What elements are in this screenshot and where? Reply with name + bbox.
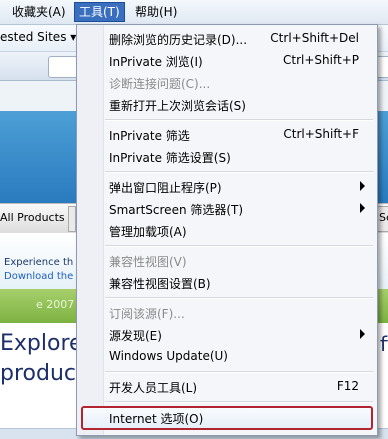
menu-item-shortcut: Ctrl+Shift+Del (270, 31, 359, 45)
menu-item-shortcut: F12 (336, 379, 359, 393)
nav-search[interactable]: Se (379, 211, 388, 224)
menu-favorites[interactable]: 收藏夹(A) (8, 3, 70, 21)
year-text: e 2007 (36, 298, 75, 311)
menu-separator (105, 245, 373, 247)
submenu-arrow-icon (360, 181, 365, 191)
menu-item-label: 删除浏览的历史记录(D)... (109, 33, 248, 47)
menu-item-inprivate-browsing[interactable]: InPrivate 浏览(I) Ctrl+Shift+P (79, 50, 375, 72)
promo-text: Experience th (4, 257, 74, 268)
menu-item-label: 开发人员工具(L) (109, 381, 198, 395)
menu-item-smartscreen-filter[interactable]: SmartScreen 筛选器(T) (79, 198, 375, 220)
menu-item-developer-tools[interactable]: 开发人员工具(L) F12 (79, 376, 375, 398)
menu-separator (105, 371, 373, 373)
submenu-arrow-icon (360, 329, 365, 339)
suggested-sites-link[interactable]: ested Sites ▾ (0, 30, 76, 44)
download-link[interactable]: Download the fr (4, 271, 84, 282)
menu-item-compatibility-view: 兼容性视图(V) (79, 250, 375, 272)
menu-separator (105, 401, 373, 403)
menu-item-subscribe-feed: 订阅该源(F)... (79, 302, 375, 324)
tools-dropdown-menu: 删除浏览的历史记录(D)... Ctrl+Shift+Del InPrivate… (76, 24, 378, 436)
menu-item-delete-history[interactable]: 删除浏览的历史记录(D)... Ctrl+Shift+Del (79, 28, 375, 50)
menu-bar: 收藏夹(A) 工具(T) 帮助(H) (0, 0, 388, 25)
menu-item-diagnose-connection: 诊断连接问题(C)... (79, 72, 375, 94)
menu-item-label: InPrivate 筛选设置(S) (109, 151, 231, 165)
menu-item-inprivate-filter-settings[interactable]: InPrivate 筛选设置(S) (79, 146, 375, 168)
menu-separator (105, 297, 373, 299)
menu-item-compatibility-view-settings[interactable]: 兼容性视图设置(B) (79, 272, 375, 294)
menu-item-label: 兼容性视图(V) (109, 255, 187, 269)
menu-separator (105, 119, 373, 121)
menu-item-internet-options[interactable]: Internet 选项(O) (81, 406, 373, 430)
menu-tools[interactable]: 工具(T) (74, 2, 125, 22)
menu-item-label: InPrivate 浏览(I) (109, 55, 203, 69)
nav-all-products[interactable]: All Products (0, 211, 65, 224)
menu-item-label: 诊断连接问题(C)... (109, 77, 211, 91)
menu-item-label: 兼容性视图设置(B) (109, 277, 211, 291)
menu-item-label: 弹出窗口阻止程序(P) (109, 181, 222, 195)
menu-item-reopen-session[interactable]: 重新打开上次浏览会话(S) (79, 94, 375, 116)
menu-item-shortcut: Ctrl+Shift+F (283, 127, 359, 141)
menu-item-label: 订阅该源(F)... (109, 307, 185, 321)
headline-line-1: Explore (0, 331, 83, 356)
menu-help[interactable]: 帮助(H) (131, 3, 181, 21)
menu-item-label: 重新打开上次浏览会话(S) (109, 99, 246, 113)
menu-item-manage-addons[interactable]: 管理加载项(A) (79, 220, 375, 242)
menu-item-label: SmartScreen 筛选器(T) (109, 203, 244, 217)
nav-button[interactable] (68, 206, 76, 232)
headline-line-2: produc (0, 361, 76, 386)
menu-item-windows-update[interactable]: Windows Update(U) (79, 346, 375, 368)
menu-item-label: Internet 选项(O) (109, 412, 204, 426)
menu-item-feed-discovery[interactable]: 源发现(E) (79, 324, 375, 346)
menu-separator (105, 171, 373, 173)
menu-item-label: InPrivate 筛选 (109, 129, 190, 143)
submenu-arrow-icon (360, 203, 365, 213)
headline-right: ft (380, 332, 388, 356)
menu-item-shortcut: Ctrl+Shift+P (283, 53, 359, 67)
menu-item-label: 管理加载项(A) (109, 225, 187, 239)
menu-item-label: Windows Update(U) (109, 349, 228, 363)
menu-item-label: 源发现(E) (109, 329, 162, 343)
menu-item-inprivate-filtering[interactable]: InPrivate 筛选 Ctrl+Shift+F (79, 124, 375, 146)
menu-item-popup-blocker[interactable]: 弹出窗口阻止程序(P) (79, 176, 375, 198)
